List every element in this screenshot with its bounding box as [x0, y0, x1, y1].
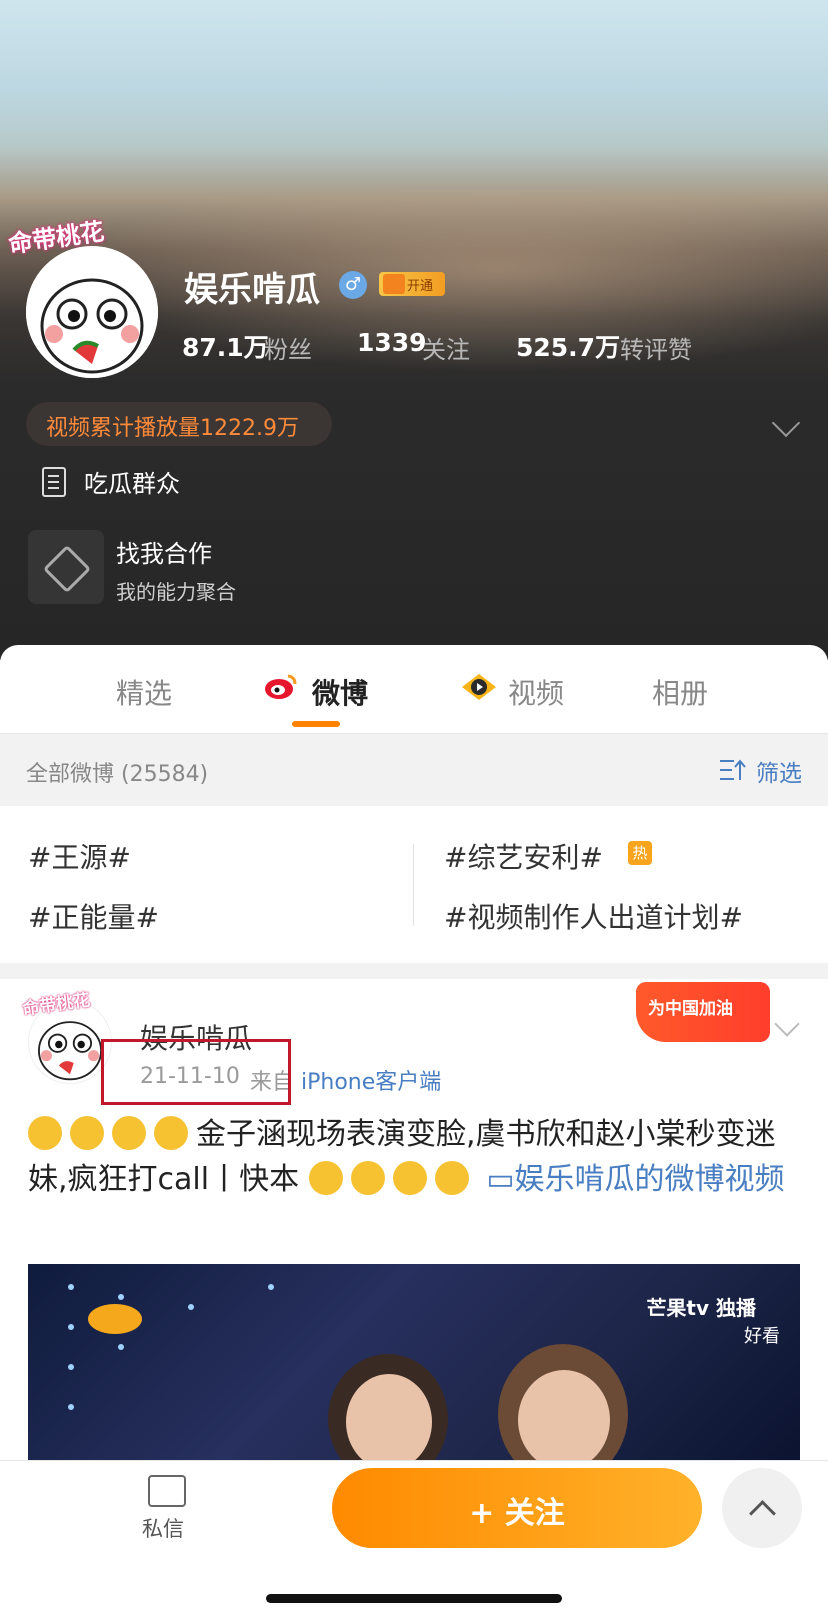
emoji-icon [154, 1116, 188, 1150]
emoji-icon [350, 1161, 385, 1195]
thumbnail-caption: 好看 [744, 1326, 780, 1347]
scroll-top-button[interactable] [722, 1468, 802, 1548]
weibo-logo-icon [265, 674, 297, 699]
document-icon [42, 467, 66, 497]
tab-weibo[interactable]: 微博 [312, 672, 368, 712]
topic-link[interactable]: #正能量# [28, 896, 159, 936]
cooperation-title[interactable]: 找我合作 [116, 534, 212, 569]
fans-label: 粉丝 [264, 336, 312, 364]
emoji-icon [392, 1161, 427, 1195]
active-tab-indicator [292, 721, 340, 727]
male-gender-icon: ♂ [339, 271, 367, 299]
message-icon[interactable] [148, 1475, 186, 1507]
fans-count[interactable]: 87.1万 [182, 328, 269, 364]
emoji-icon [28, 1116, 62, 1150]
all-weibo-count[interactable]: 全部微博 (25584) [26, 756, 208, 788]
emoji-icon [70, 1116, 104, 1150]
profile-avatar[interactable] [26, 246, 158, 378]
handshake-icon[interactable] [28, 530, 104, 604]
video-camera-icon: ▭ [486, 1162, 515, 1197]
cooperation-subtitle: 我的能力聚合 [116, 580, 236, 604]
tab-video[interactable]: 视频 [508, 672, 564, 712]
topic-link[interactable]: #综艺安利# [444, 836, 603, 876]
emoji-icon [434, 1161, 469, 1195]
vip-open-badge[interactable]: 开通 [379, 272, 445, 296]
follow-button[interactable]: + 关注 [332, 1468, 702, 1548]
reposts-count[interactable]: 525.7万 [516, 328, 620, 364]
mango-tv-watermark: 芒果tv 独播 [646, 1296, 756, 1320]
home-indicator [266, 1594, 562, 1603]
topic-link[interactable]: #王源# [28, 836, 131, 876]
section-separator [0, 963, 828, 979]
post-text[interactable]: 金子涵现场表演变脸,虞书欣和赵小棠秒变迷妹,疯狂打call丨快本 ▭娱乐啃瓜的微… [28, 1112, 788, 1202]
filter-bar: 全部微博 (25584) 筛选 [0, 733, 828, 806]
video-play-count-pill[interactable]: 视频累计播放量1222.9万 [26, 402, 332, 446]
emoji-icon [112, 1116, 146, 1150]
message-label[interactable]: 私信 [142, 1513, 184, 1543]
video-link[interactable]: 娱乐啃瓜的微博视频 [515, 1162, 785, 1197]
tab-featured[interactable]: 精选 [116, 672, 172, 712]
play-count-text: 视频累计播放量1222.9万 [46, 416, 299, 441]
emoji-icon [308, 1161, 343, 1195]
filter-icon[interactable] [720, 758, 746, 782]
following-label: 关注 [422, 336, 470, 364]
avatar-cartoon-icon [26, 246, 158, 378]
cheer-china-badge: 为中国加油 [636, 982, 770, 1042]
highlight-box [101, 1039, 291, 1105]
vip-label: 开通 [407, 279, 434, 294]
topic-link[interactable]: #视频制作人出道计划# [444, 896, 743, 936]
chevron-up-icon [749, 1500, 776, 1527]
crown-icon [383, 274, 405, 294]
video-thumbnail[interactable]: 芒果tv 独播 好看 [28, 1264, 800, 1464]
follow-label: + 关注 [469, 1496, 565, 1531]
station-logo-icon [88, 1304, 142, 1334]
filter-button[interactable]: 筛选 [756, 754, 802, 788]
source-client-link[interactable]: iPhone客户端 [301, 1070, 441, 1095]
video-tab-icon [462, 674, 496, 700]
tab-album[interactable]: 相册 [652, 672, 708, 712]
following-count[interactable]: 1339 [357, 328, 427, 357]
topic-divider [413, 844, 414, 926]
hot-badge: 热 [628, 841, 652, 865]
badge-text: 为中国加油 [648, 999, 733, 1019]
profile-intro: 吃瓜群众 [84, 470, 180, 498]
profile-name: 娱乐啃瓜 [184, 270, 320, 310]
reposts-label: 转评赞 [620, 336, 692, 364]
